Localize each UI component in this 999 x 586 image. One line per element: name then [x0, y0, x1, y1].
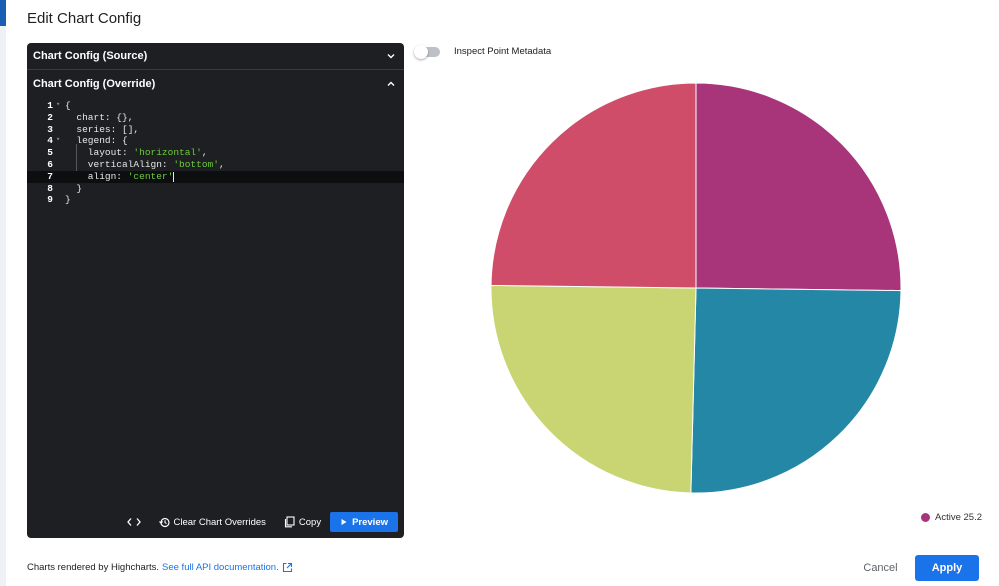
external-link-icon[interactable] — [282, 562, 293, 573]
code-view-button[interactable] — [118, 512, 150, 532]
copy-icon — [284, 516, 295, 528]
line-number: 8 — [47, 182, 53, 194]
play-icon — [341, 519, 347, 525]
cancel-button[interactable]: Cancel — [853, 556, 908, 580]
legend-label: Active 25.2 — [935, 512, 982, 523]
chevron-down-icon[interactable] — [386, 51, 396, 61]
clear-overrides-button[interactable]: Clear Chart Overrides — [150, 512, 275, 532]
source-panel-header[interactable]: Chart Config (Source) — [27, 43, 404, 70]
line-number: 6 — [47, 158, 53, 170]
pie-slice-4[interactable] — [490, 82, 697, 289]
source-panel-title: Chart Config (Source) — [33, 50, 148, 62]
config-editor-panel: Chart Config (Source) Chart Config (Over… — [27, 43, 404, 538]
inspect-metadata-label: Inspect Point Metadata — [454, 46, 552, 57]
code-text: series: [], — [65, 123, 140, 135]
dialog-title: Edit Chart Config — [27, 10, 142, 27]
code-line[interactable]: 5 layout: 'horizontal', — [27, 147, 404, 159]
code-editor[interactable]: 1 ▾{2 chart: {}, 3 series: [], 4 ▾ legend: {… — [27, 97, 404, 206]
footer-text: Charts rendered by Highcharts. — [27, 562, 160, 573]
code-brackets-icon — [126, 518, 141, 526]
override-panel-header[interactable]: Chart Config (Override) — [27, 70, 404, 97]
text-cursor — [173, 171, 175, 182]
code-text: legend: { — [65, 135, 128, 147]
code-line[interactable]: 7 align: 'center' — [27, 170, 404, 183]
footer-note: Charts rendered by Highcharts. See full … — [27, 562, 293, 573]
line-number: 4 — [47, 135, 53, 147]
code-text: { — [65, 100, 71, 111]
code-line[interactable]: 6 verticalAlign: 'bottom', — [27, 159, 404, 171]
override-panel-title: Chart Config (Override) — [33, 77, 156, 90]
code-text: verticalAlign: — [65, 158, 174, 170]
legend-marker — [921, 513, 930, 522]
code-text: chart: {}, — [65, 111, 134, 123]
code-line[interactable]: 9} — [27, 194, 404, 206]
line-number: 5 — [47, 147, 53, 159]
line-number: 9 — [47, 194, 53, 206]
history-icon — [158, 517, 170, 527]
code-text: } — [65, 182, 83, 194]
chart-legend[interactable]: Active 25.2 — [921, 512, 982, 523]
pie-slice-1[interactable] — [695, 82, 902, 292]
preview-button[interactable]: Preview — [330, 512, 398, 532]
copy-button[interactable]: Copy — [275, 512, 330, 532]
background-page-strip — [0, 0, 6, 586]
code-line[interactable]: 2 chart: {}, — [27, 112, 404, 124]
line-number: 3 — [47, 123, 53, 135]
code-line[interactable]: 1 ▾{ — [27, 100, 404, 112]
preview-label: Preview — [352, 516, 388, 528]
background-page-accent — [0, 0, 6, 26]
line-number: 2 — [47, 111, 53, 123]
fold-arrow-icon[interactable]: ▾ — [53, 135, 65, 147]
clear-overrides-label: Clear Chart Overrides — [173, 516, 266, 528]
code-string: 'horizontal' — [133, 147, 202, 159]
code-punctuation: , — [201, 147, 208, 159]
editor-toolbar: Clear Chart Overrides Copy Preview — [27, 512, 404, 532]
code-text: layout: — [65, 147, 134, 159]
code-text: align: — [65, 170, 128, 182]
code-line[interactable]: 3 series: [], — [27, 124, 404, 136]
apply-button[interactable]: Apply — [915, 555, 979, 581]
code-string: 'bottom' — [173, 158, 219, 170]
code-line[interactable]: 4 ▾ legend: { — [27, 135, 404, 147]
toggle-knob — [414, 45, 428, 59]
line-number: 1 — [47, 100, 53, 111]
code-text: } — [65, 194, 71, 206]
pie-slice-3[interactable] — [490, 284, 697, 494]
code-string: 'center' — [127, 170, 174, 182]
pie-slice-2[interactable] — [690, 287, 902, 494]
chevron-up-icon[interactable] — [386, 79, 396, 89]
line-number: 7 — [47, 170, 53, 182]
copy-label: Copy — [298, 516, 322, 528]
code-punctuation: , — [218, 158, 225, 170]
inspect-metadata-toggle[interactable] — [414, 45, 442, 59]
pie-chart — [490, 82, 902, 494]
code-line[interactable]: 8 } — [27, 183, 404, 195]
api-docs-link[interactable]: See full API documentation. — [162, 562, 279, 573]
fold-arrow-icon[interactable]: ▾ — [53, 100, 65, 112]
